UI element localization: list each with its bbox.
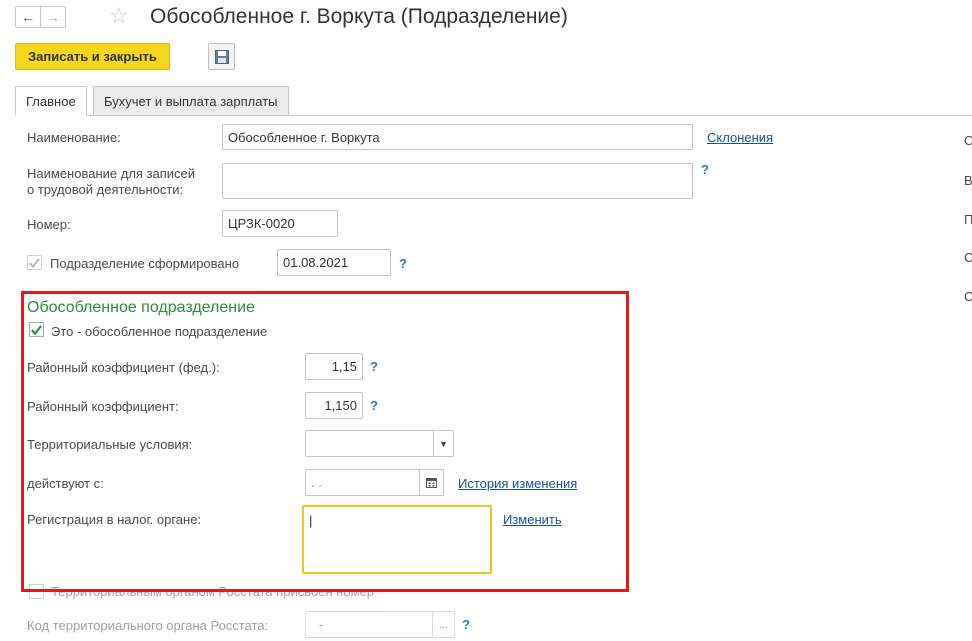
- coef-help-icon[interactable]: ?: [370, 398, 378, 413]
- floppy-disk-icon: [214, 49, 229, 64]
- ellipsis-icon: ...: [438, 618, 449, 631]
- tax-reg-label: Регистрация в налог. органе:: [27, 512, 202, 527]
- declensions-link[interactable]: Склонения: [707, 130, 773, 145]
- labor-name-label-line2: о трудовой деятельности:: [27, 182, 184, 197]
- save-button[interactable]: [208, 43, 235, 70]
- arrow-right-icon: →: [46, 9, 60, 25]
- formed-checkbox[interactable]: [27, 255, 42, 270]
- history-link[interactable]: История изменения: [458, 476, 577, 491]
- rosstat-select-button[interactable]: ...: [432, 612, 454, 637]
- change-link[interactable]: Изменить: [503, 512, 562, 527]
- coef-fed-input[interactable]: 1,15: [305, 353, 363, 380]
- effective-date-value: . .: [311, 475, 322, 490]
- formed-help-icon[interactable]: ?: [399, 256, 407, 271]
- coef-fed-label: Районный коэффициент (фед.):: [27, 360, 220, 375]
- chevron-down-icon[interactable]: ▼: [433, 431, 453, 456]
- formed-date-input[interactable]: 01.08.2021: [277, 249, 391, 276]
- back-button[interactable]: ←: [15, 6, 41, 28]
- coef-value: 1,150: [324, 398, 357, 413]
- page-title: Обособленное г. Воркута (Подразделение): [150, 5, 568, 28]
- rosstat-help-icon[interactable]: ?: [462, 617, 470, 632]
- number-input[interactable]: ЦРЗК-0020: [222, 210, 338, 237]
- is-separate-label: Это - обособленное подразделение: [51, 324, 268, 339]
- rosstat-code-value: -: [319, 617, 324, 632]
- territorial-label: Территориальные условия:: [27, 437, 193, 452]
- territorial-select[interactable]: ▼: [305, 430, 454, 457]
- coef-fed-help-icon[interactable]: ?: [370, 359, 378, 374]
- calendar-button[interactable]: [419, 470, 443, 495]
- name-input[interactable]: Обособленное г. Воркута: [222, 124, 693, 150]
- favorite-star-icon[interactable]: ☆: [109, 3, 129, 29]
- effective-label: действуют с:: [27, 476, 104, 491]
- name-input-value: Обособленное г. Воркута: [228, 129, 380, 145]
- formed-date-value: 01.08.2021: [283, 255, 349, 270]
- save-and-close-button[interactable]: Записать и закрыть: [15, 43, 170, 70]
- right-column-text-5: С: [964, 289, 972, 304]
- coef-label: Районный коэффициент:: [27, 399, 179, 414]
- coef-fed-value: 1,15: [331, 359, 357, 374]
- is-separate-checkbox[interactable]: [29, 322, 44, 337]
- right-column-text-1: С: [964, 133, 972, 148]
- effective-date-input[interactable]: . .: [305, 469, 444, 496]
- rosstat-assigned-checkbox[interactable]: [29, 584, 44, 599]
- number-label: Номер:: [27, 217, 71, 232]
- tax-reg-cursor: |: [309, 513, 313, 528]
- labor-name-help-icon[interactable]: ?: [701, 162, 709, 177]
- right-column-text-4: С: [964, 250, 972, 265]
- arrow-left-icon: ←: [21, 9, 35, 25]
- rosstat-code-input[interactable]: - ...: [305, 611, 455, 638]
- name-label: Наименование:: [27, 130, 121, 145]
- rosstat-code-label: Код территориального органа Росстата:: [27, 618, 269, 633]
- rosstat-assigned-label: Территориальным органом Росстата присвое…: [51, 584, 375, 599]
- formed-label: Подразделение сформировано: [50, 256, 240, 271]
- checkmark-icon: [31, 324, 43, 335]
- number-input-value: ЦРЗК-0020: [228, 216, 295, 231]
- forward-button[interactable]: →: [40, 6, 66, 28]
- checkmark-icon: [29, 257, 40, 268]
- tab-main[interactable]: Главное: [15, 86, 87, 116]
- right-column-text-3: П: [964, 212, 972, 227]
- labor-name-input[interactable]: [222, 163, 693, 199]
- separate-section-title: Обособленное подразделение: [27, 299, 255, 316]
- labor-name-label-line1: Наименование для записей: [27, 166, 196, 181]
- tax-reg-input[interactable]: |: [302, 505, 492, 574]
- tab-accounting-payroll[interactable]: Бухучет и выплата зарплаты: [93, 86, 289, 116]
- calendar-icon: [426, 478, 437, 488]
- right-column-text-2: В: [964, 173, 972, 188]
- coef-input[interactable]: 1,150: [305, 392, 363, 419]
